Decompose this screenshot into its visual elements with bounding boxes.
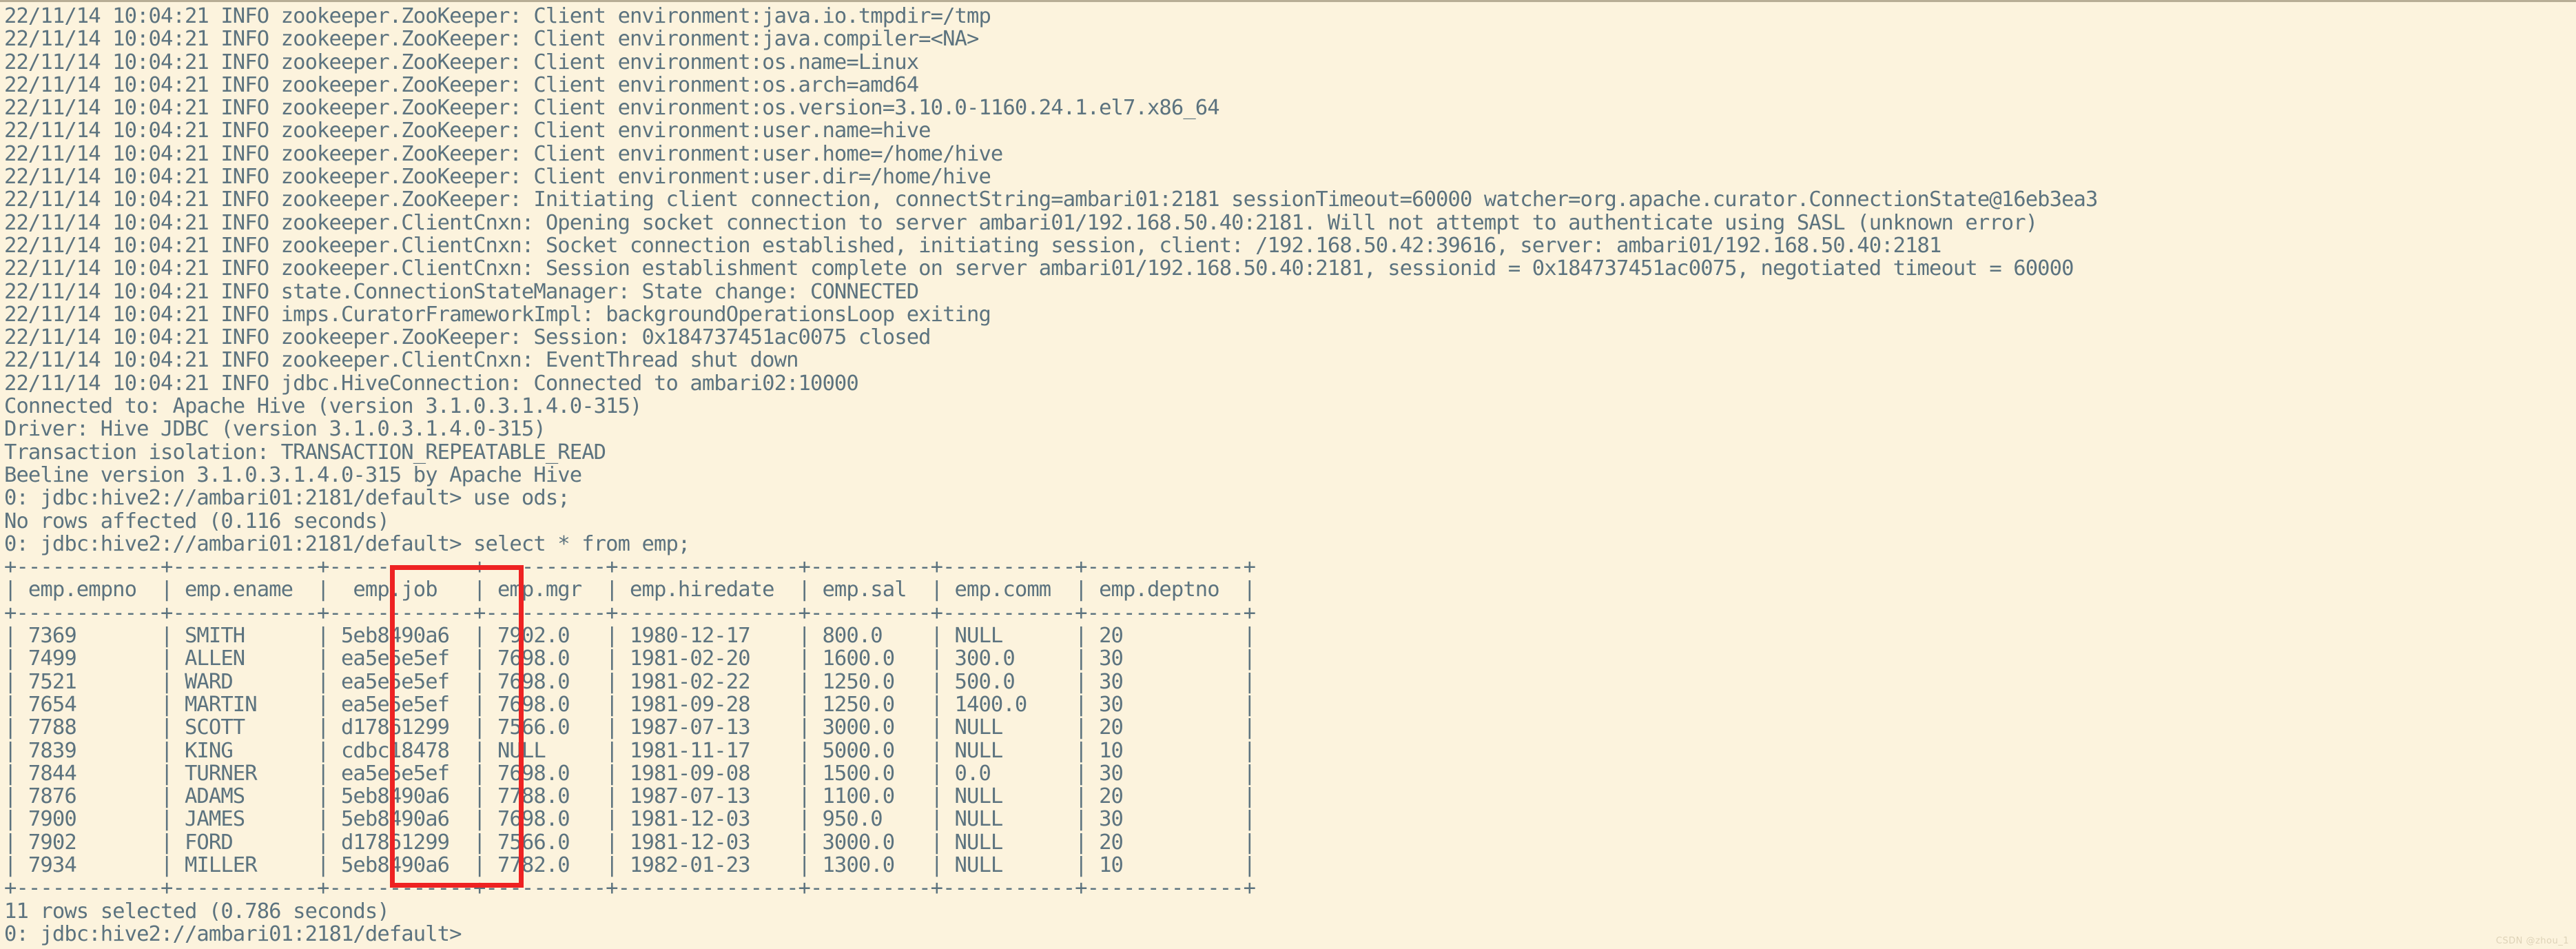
console-line: | 7369 | SMITH | 5eb8490a6 | 7902.0 | 19… xyxy=(4,624,1256,649)
console-line: 22/11/14 10:04:21 INFO zookeeper.ZooKeep… xyxy=(4,325,931,350)
console-line: | 7654 | MARTIN | ea5e5e5ef | 7698.0 | 1… xyxy=(4,692,1256,717)
console-line: Transaction isolation: TRANSACTION_REPEA… xyxy=(4,440,606,465)
console-line: 22/11/14 10:04:21 INFO imps.CuratorFrame… xyxy=(4,302,991,327)
console-line: | 7839 | KING | cdbc18478 | NULL | 1981-… xyxy=(4,738,1256,763)
console-line: 22/11/14 10:04:21 INFO zookeeper.ZooKeep… xyxy=(4,141,1003,166)
console-line: 22/11/14 10:04:21 INFO zookeeper.ClientC… xyxy=(4,233,1941,258)
console-line: | 7844 | TURNER | ea5e5e5ef | 7698.0 | 1… xyxy=(4,761,1256,786)
console-line: 22/11/14 10:04:21 INFO zookeeper.ZooKeep… xyxy=(4,119,931,143)
console-line: 11 rows selected (0.786 seconds) xyxy=(4,899,390,924)
console-line: 22/11/14 10:04:21 INFO state.ConnectionS… xyxy=(4,279,919,304)
console-line: 22/11/14 10:04:21 INFO zookeeper.ZooKeep… xyxy=(4,27,979,52)
console-line: +------------+------------+------------+… xyxy=(4,600,1256,625)
console-line: | 7788 | SCOTT | d17861299 | 7566.0 | 19… xyxy=(4,715,1256,740)
console-line: | 7902 | FORD | d17861299 | 7566.0 | 198… xyxy=(4,830,1256,855)
console-line: 22/11/14 10:04:21 INFO zookeeper.ZooKeep… xyxy=(4,4,991,28)
console-line: 0: jdbc:hive2://ambari01:2181/default> s… xyxy=(4,531,690,556)
console-line: Driver: Hive JDBC (version 3.1.0.3.1.4.0… xyxy=(4,417,546,442)
console-line: 22/11/14 10:04:21 INFO zookeeper.ClientC… xyxy=(4,256,2074,281)
console-line: | 7934 | MILLER | 5eb8490a6 | 7782.0 | 1… xyxy=(4,853,1256,877)
console-line: 22/11/14 10:04:21 INFO zookeeper.ClientC… xyxy=(4,348,798,373)
console-line: 22/11/14 10:04:21 INFO zookeeper.ZooKeep… xyxy=(4,187,2098,212)
console-line: Connected to: Apache Hive (version 3.1.0… xyxy=(4,394,642,419)
console-line: 22/11/14 10:04:21 INFO zookeeper.ZooKeep… xyxy=(4,72,919,97)
console-line: Beeline version 3.1.0.3.1.4.0-315 by Apa… xyxy=(4,462,582,487)
watermark-text: CSDN @zhou_1 xyxy=(2495,936,2569,946)
console-line: 0: jdbc:hive2://ambari01:2181/default> u… xyxy=(4,486,570,511)
console-line: 22/11/14 10:04:21 INFO zookeeper.ClientC… xyxy=(4,210,2038,235)
console-line: +------------+------------+------------+… xyxy=(4,876,1256,901)
console-line: 22/11/14 10:04:21 INFO jdbc.HiveConnecti… xyxy=(4,371,859,396)
console-line: +------------+------------+------------+… xyxy=(4,555,1256,580)
terminal-output-pane[interactable]: 22/11/14 10:04:21 INFO zookeeper.ZooKeep… xyxy=(0,0,2576,949)
console-line: | 7900 | JAMES | 5eb8490a6 | 7698.0 | 19… xyxy=(4,807,1256,832)
console-line: | emp.empno | emp.ename | emp.job | emp.… xyxy=(4,578,1256,602)
console-line: 22/11/14 10:04:21 INFO zookeeper.ZooKeep… xyxy=(4,165,991,190)
console-line: | 7876 | ADAMS | 5eb8490a6 | 7788.0 | 19… xyxy=(4,784,1256,809)
console-line: 22/11/14 10:04:21 INFO zookeeper.ZooKeep… xyxy=(4,50,919,74)
console-line: No rows affected (0.116 seconds) xyxy=(4,509,390,533)
console-log-lines: 22/11/14 10:04:21 INFO zookeeper.ZooKeep… xyxy=(4,5,2576,946)
console-line: | 7499 | ALLEN | ea5e5e5ef | 7698.0 | 19… xyxy=(4,646,1256,671)
console-line: 22/11/14 10:04:21 INFO zookeeper.ZooKeep… xyxy=(4,96,1220,121)
console-line: | 7521 | WARD | ea5e5e5ef | 7698.0 | 198… xyxy=(4,669,1256,694)
console-line: 0: jdbc:hive2://ambari01:2181/default> xyxy=(4,921,462,946)
